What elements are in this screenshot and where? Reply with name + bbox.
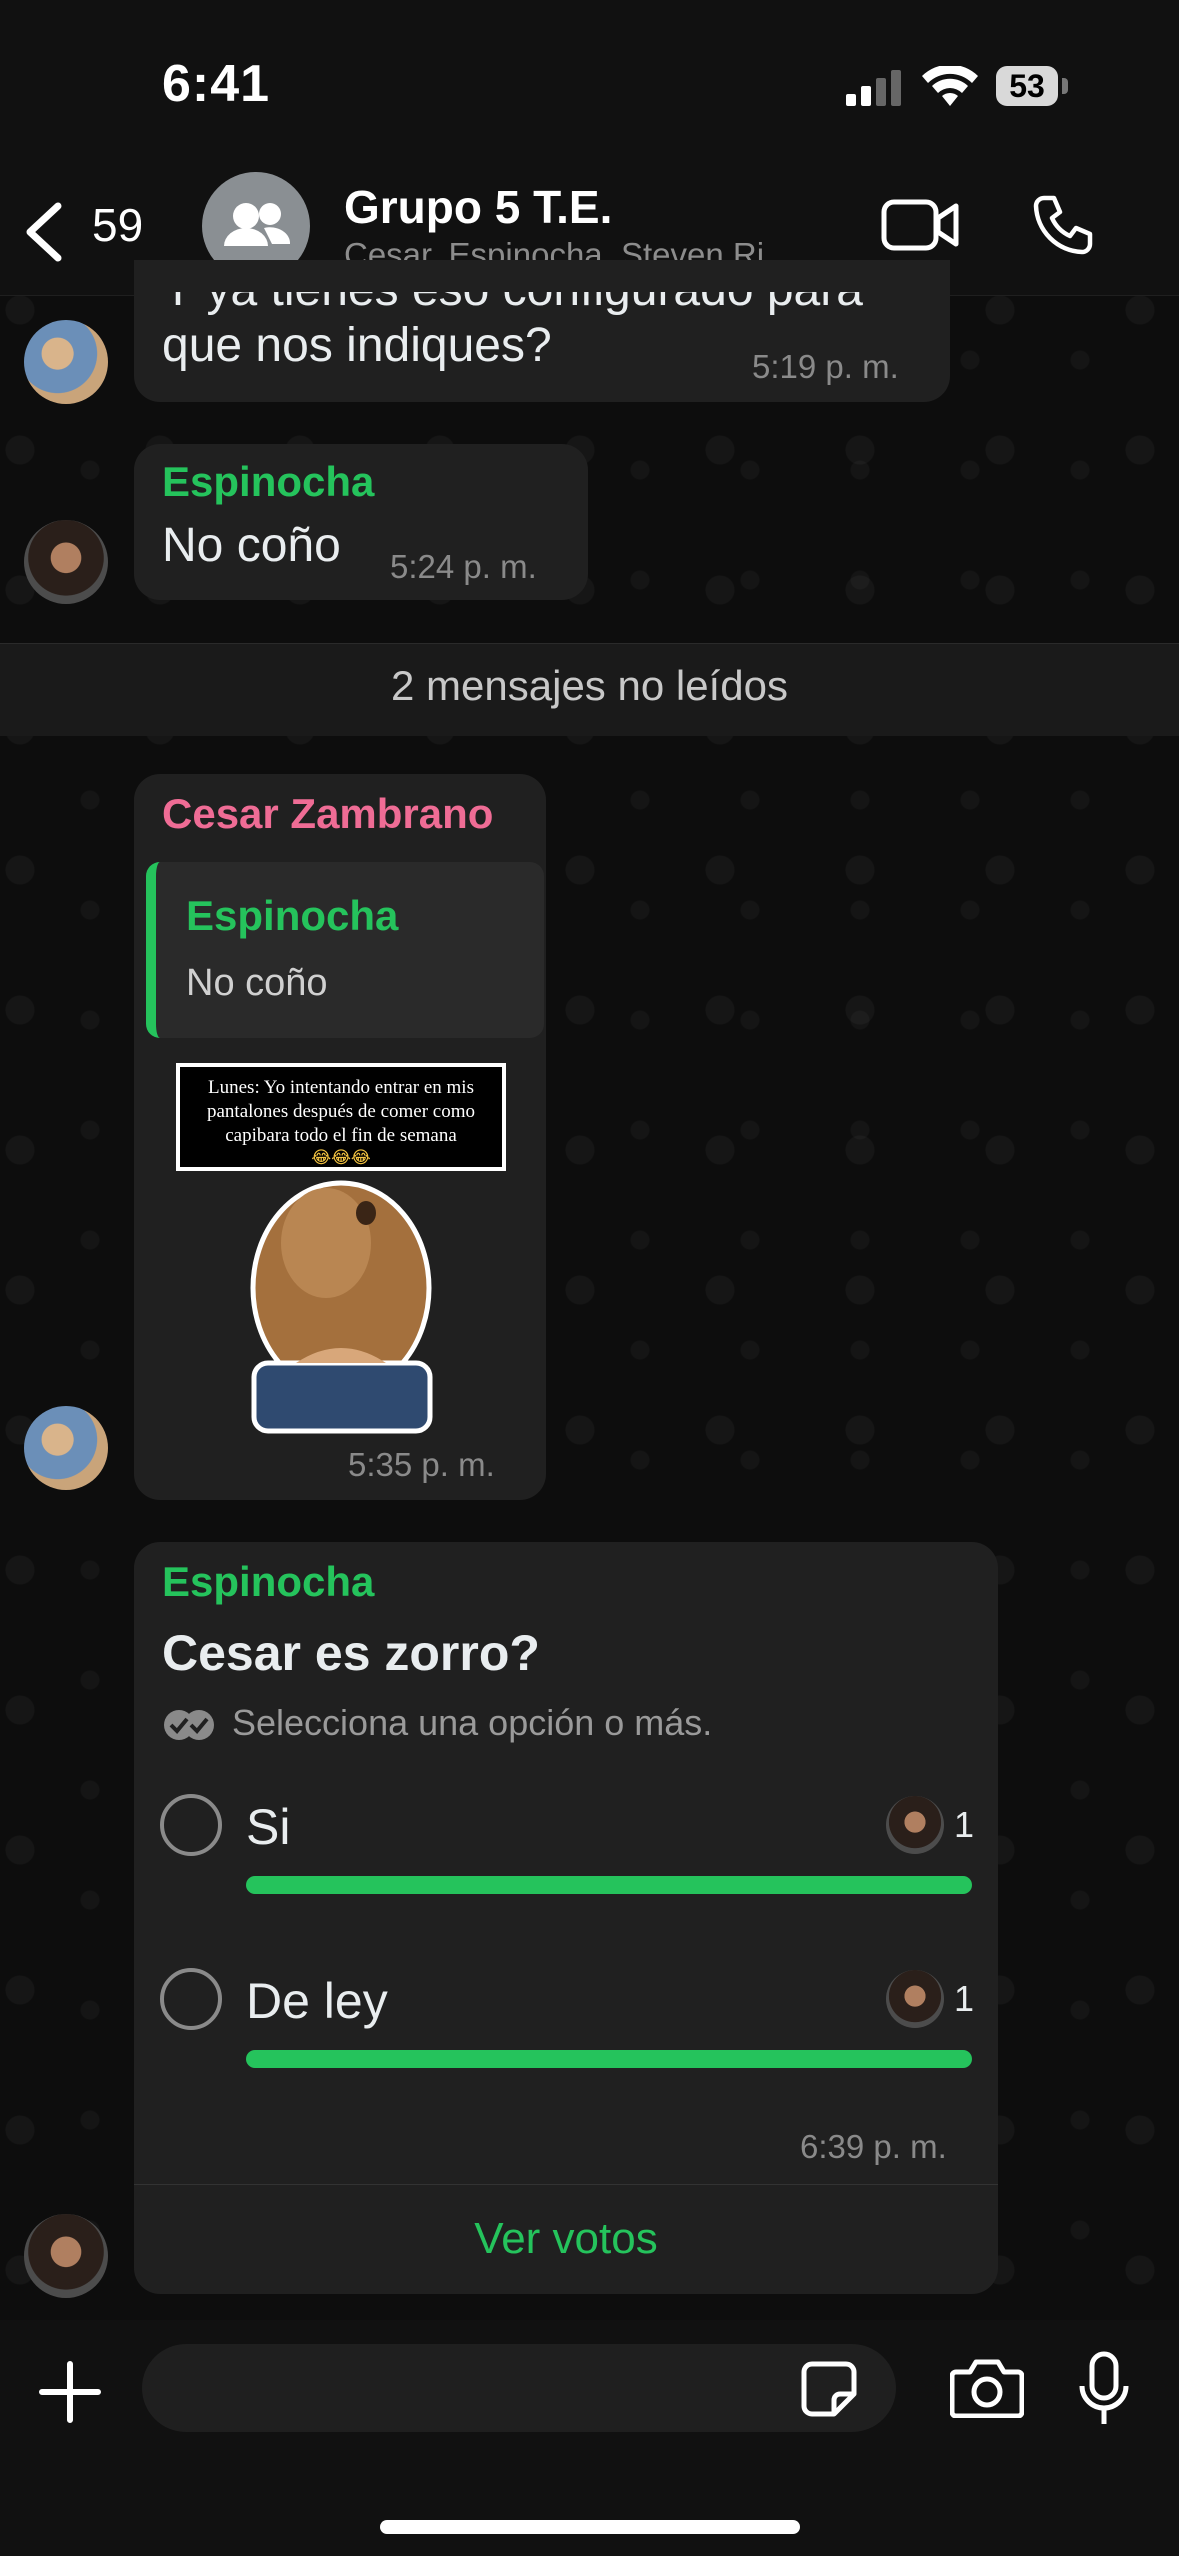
message-input[interactable]: [142, 2344, 896, 2432]
message-sender[interactable]: Espinocha: [162, 458, 374, 506]
home-indicator: [380, 2520, 800, 2534]
double-check-icon: [164, 1710, 214, 1740]
chat-title[interactable]: Grupo 5 T.E.: [344, 180, 612, 234]
video-call-icon[interactable]: [880, 198, 960, 252]
avatar-cesar[interactable]: [24, 1406, 108, 1490]
poll-question: Cesar es zorro?: [162, 1625, 540, 1681]
poll-progress-bar: [246, 2050, 972, 2068]
avatar-espinocha[interactable]: [24, 520, 108, 604]
status-time: 6:41: [162, 55, 271, 113]
message-sender[interactable]: Cesar Zambrano: [162, 790, 493, 838]
unread-chats-count[interactable]: 59: [92, 198, 143, 252]
message-time: 5:24 p. m.: [390, 548, 537, 585]
sticker-caption-line: capibara todo el fin de semana: [225, 1125, 457, 1146]
voter-avatar[interactable]: [886, 1970, 944, 2028]
status-bar: 6:41 53: [0, 0, 1179, 170]
poll-vote-count: 1: [954, 1804, 975, 1845]
sticker-emoji: 😂😂😂: [311, 1148, 371, 1167]
microphone-icon[interactable]: [1078, 2350, 1130, 2430]
signal-icon: [846, 70, 901, 106]
poll-option-label[interactable]: Si: [246, 1798, 290, 1856]
poll-option-radio[interactable]: [160, 1968, 222, 2030]
plus-icon[interactable]: [38, 2360, 102, 2424]
poll-option-label[interactable]: De ley: [246, 1972, 388, 2030]
message-text: No coño: [162, 519, 341, 572]
poll-progress-bar: [246, 1876, 972, 1894]
message-text: que nos indiques?: [162, 319, 552, 372]
message-composer: [0, 2320, 1179, 2556]
capybara-sticker[interactable]: Lunes: Yo intentando entrar en mis panta…: [176, 1063, 506, 1438]
wifi-icon: [922, 66, 978, 106]
sticker-icon[interactable]: [800, 2360, 858, 2418]
phone-call-icon[interactable]: [1030, 192, 1096, 258]
poll-divider: [134, 2184, 998, 2185]
quote-sender: Espinocha: [186, 892, 399, 939]
camera-icon[interactable]: [950, 2358, 1024, 2418]
battery-indicator: 53: [996, 66, 1058, 106]
poll-option-radio[interactable]: [160, 1794, 222, 1856]
sticker-caption-line: pantalones después de comer como: [207, 1101, 475, 1122]
sticker-caption-line: Lunes: Yo intentando entrar en mis: [208, 1077, 474, 1098]
avatar-cesar[interactable]: [24, 320, 108, 404]
avatar-espinocha[interactable]: [24, 2214, 108, 2298]
message-time: 6:39 p. m.: [800, 2128, 947, 2165]
poll-vote-count: 1: [954, 1978, 975, 2019]
battery-tip: [1062, 78, 1068, 94]
see-votes-button[interactable]: Ver votos: [134, 2214, 998, 2264]
unread-label: 2 mensajes no leídos: [391, 662, 788, 709]
message-time: 5:19 p. m.: [752, 348, 899, 385]
quoted-reply[interactable]: Espinocha No coño: [146, 862, 544, 1038]
quote-text: No coño: [186, 962, 328, 1004]
voter-avatar[interactable]: [886, 1796, 944, 1854]
back-chevron-icon[interactable]: [22, 202, 66, 262]
message-time: 5:35 p. m.: [348, 1446, 495, 1483]
poll-hint: Selecciona una opción o más.: [232, 1702, 713, 1743]
message-sender[interactable]: Espinocha: [162, 1558, 374, 1606]
unread-divider: 2 mensajes no leídos: [0, 643, 1179, 736]
